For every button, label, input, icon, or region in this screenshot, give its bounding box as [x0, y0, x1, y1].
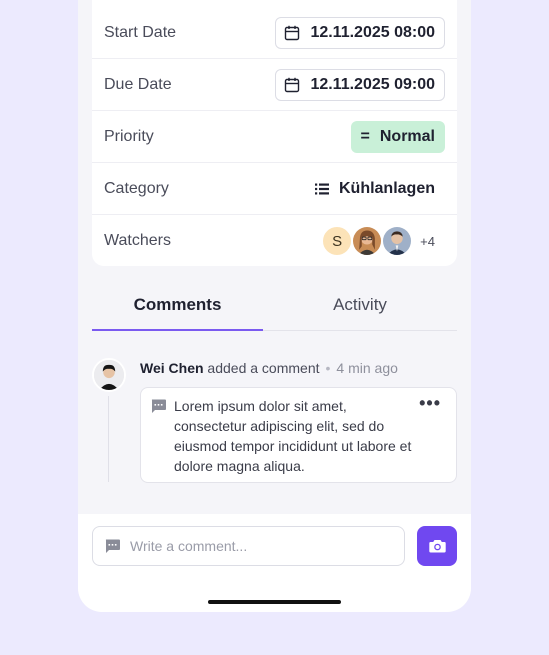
- thread-line: [108, 396, 109, 482]
- message-icon: [105, 539, 120, 553]
- phone-screen: Start Date 12.11.2025 08:00 Due Date 12.…: [78, 0, 471, 612]
- category-label: Category: [104, 179, 169, 197]
- comment-author[interactable]: Wei Chen: [140, 360, 204, 376]
- calendar-icon: [285, 77, 300, 92]
- watcher-avatar-photo: [381, 225, 414, 257]
- category-selector[interactable]: Kühlanlagen: [314, 179, 445, 198]
- watchers-more-count: +4: [420, 233, 435, 249]
- comment-author-avatar: [92, 358, 126, 392]
- tab-bar: Comments Activity: [92, 286, 457, 331]
- message-icon: [151, 399, 166, 413]
- separator-dot: •: [325, 360, 331, 376]
- comment-composer: [78, 514, 471, 612]
- comment-action: added a comment: [207, 360, 320, 376]
- comment-meta: Wei Chen added a comment • 4 min ago: [140, 360, 398, 376]
- more-icon[interactable]: •••: [419, 393, 441, 414]
- priority-label: Priority: [104, 127, 154, 145]
- tab-comments[interactable]: Comments: [92, 286, 263, 331]
- due-date-row: Due Date 12.11.2025 09:00: [92, 59, 457, 111]
- start-date-label: Start Date: [104, 23, 177, 41]
- priority-row: Priority = Normal: [92, 111, 457, 163]
- comment-text: Lorem ipsum dolor sit amet, consectetur …: [174, 398, 412, 474]
- tab-activity[interactable]: Activity: [263, 286, 457, 330]
- watcher-avatar-photo: [351, 225, 384, 257]
- category-value: Kühlanlagen: [338, 179, 435, 197]
- task-details-card: Start Date 12.11.2025 08:00 Due Date 12.…: [92, 0, 457, 266]
- equals-icon: =: [360, 127, 370, 145]
- category-row: Category Kühlanlagen: [92, 163, 457, 215]
- comment-time: 4 min ago: [336, 360, 398, 376]
- comment-input-wrapper[interactable]: [92, 526, 405, 566]
- watcher-avatar-initial: S: [321, 225, 354, 257]
- comment-card: Lorem ipsum dolor sit amet, consectetur …: [140, 387, 457, 483]
- due-date-label: Due Date: [104, 75, 172, 93]
- start-date-picker[interactable]: 12.11.2025 08:00: [275, 16, 445, 49]
- priority-badge[interactable]: = Normal: [350, 120, 445, 153]
- comment-input[interactable]: [130, 538, 380, 554]
- camera-button[interactable]: [417, 526, 457, 566]
- priority-value: Normal: [379, 127, 435, 145]
- due-date-value: 12.11.2025 09:00: [310, 75, 435, 93]
- list-icon: [314, 183, 329, 194]
- calendar-icon: [285, 25, 300, 40]
- camera-icon: [428, 540, 446, 553]
- watchers-row: Watchers S +4: [92, 215, 457, 267]
- due-date-picker[interactable]: 12.11.2025 09:00: [275, 68, 445, 101]
- watchers-group[interactable]: S +4: [321, 225, 445, 257]
- watchers-label: Watchers: [104, 232, 171, 249]
- start-date-row: Start Date 12.11.2025 08:00: [92, 7, 457, 59]
- home-indicator: [208, 600, 341, 604]
- start-date-value: 12.11.2025 08:00: [310, 23, 435, 41]
